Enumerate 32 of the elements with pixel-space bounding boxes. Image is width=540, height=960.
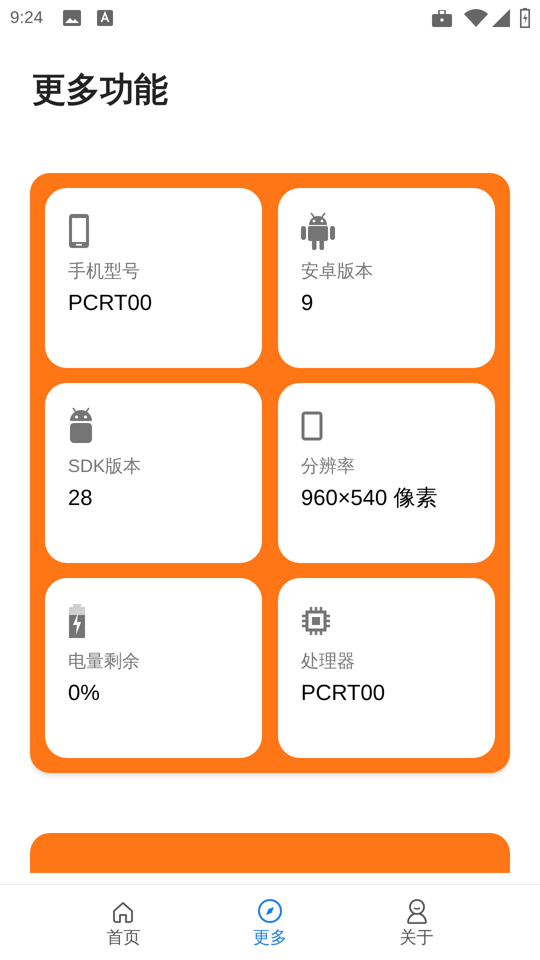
- nav-tab[interactable]: 更多: [224, 896, 315, 950]
- info-label: 安卓版本: [301, 260, 374, 283]
- phone-icon: [68, 213, 90, 249]
- image-icon: [63, 10, 82, 26]
- info-value: 28: [68, 484, 94, 512]
- info-value: PCRT00: [301, 679, 386, 707]
- info-label: 分辨率: [301, 455, 356, 478]
- signal-icon: [492, 9, 510, 27]
- font-icon: [97, 10, 114, 26]
- info-value: PCRT00: [68, 289, 153, 317]
- info-value: 9: [301, 289, 314, 317]
- status-time: 9:24: [10, 7, 44, 30]
- info-label: 处理器: [301, 650, 356, 673]
- page-title: 更多功能: [32, 70, 169, 111]
- info-label: SDK版本: [68, 455, 142, 478]
- battery-icon: [520, 8, 530, 28]
- nav-tab[interactable]: 首页: [78, 896, 168, 950]
- android-icon: [301, 212, 335, 250]
- info-label: 电量剩余: [68, 650, 141, 673]
- android-icon: [68, 407, 94, 445]
- info-value: 0%: [68, 679, 101, 707]
- chip-icon: [301, 606, 331, 636]
- info-label: 手机型号: [68, 260, 141, 283]
- tablet-icon: [301, 411, 323, 441]
- home-icon: [111, 900, 136, 924]
- info-value: 960×540 像素: [301, 484, 438, 512]
- compass-icon: [256, 898, 283, 924]
- wifi-icon: [464, 9, 488, 27]
- battery-icon: [68, 604, 86, 638]
- nav-tab[interactable]: 关于: [372, 896, 462, 950]
- person-icon: [404, 898, 429, 924]
- briefcase-icon: [432, 10, 452, 26]
